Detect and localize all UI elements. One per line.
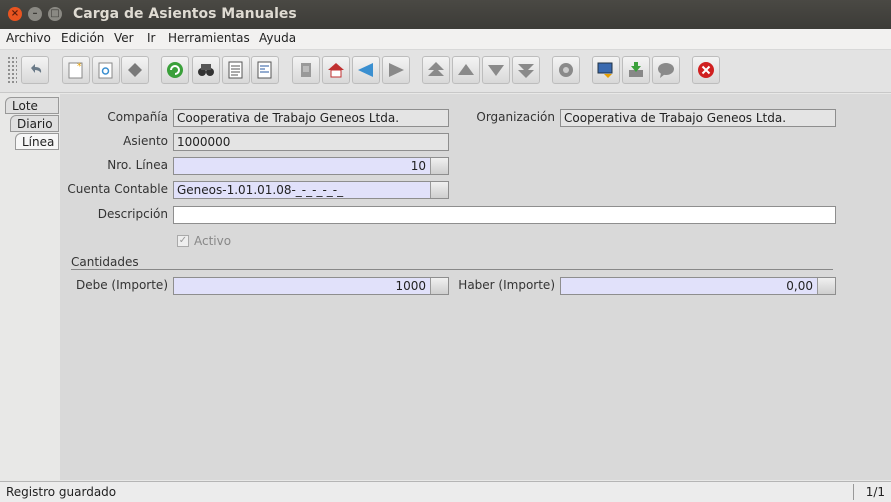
org-field[interactable]: Cooperativa de Trabajo Geneos Ltda. (560, 109, 836, 127)
window-maximize-button[interactable]: □ (48, 7, 62, 21)
copy-record-icon[interactable] (92, 56, 120, 84)
account-field[interactable]: Geneos-1.01.01.08-_-_-_-_-_ (173, 181, 449, 199)
save-icon[interactable] (622, 56, 650, 84)
menu-ver[interactable]: Ver (114, 31, 134, 45)
tab-lote[interactable]: Lote (5, 97, 59, 114)
line-number-field[interactable]: 10 (173, 157, 449, 175)
active-label: Activo (194, 234, 232, 248)
line-number-value: 10 (410, 159, 426, 173)
debit-field[interactable]: 1000 (173, 277, 449, 295)
window-minimize-button[interactable]: – (28, 7, 42, 21)
status-message: Registro guardado (6, 485, 117, 499)
status-separator (853, 484, 854, 500)
asiento-field[interactable]: 1000000 (173, 133, 449, 151)
org-label: Organización (476, 110, 555, 124)
menu-edicion[interactable]: Edición (61, 31, 104, 45)
debit-label: Debe (Importe) (75, 278, 168, 292)
next-record-icon[interactable] (482, 56, 510, 84)
toolbar: * (0, 50, 891, 93)
refresh-icon[interactable] (161, 56, 189, 84)
chat-icon[interactable] (652, 56, 680, 84)
home-icon[interactable] (322, 56, 350, 84)
quantities-section-title: Cantidades (71, 255, 139, 269)
account-label: Cuenta Contable (67, 182, 168, 196)
toolbar-grip[interactable] (7, 56, 17, 84)
first-record-icon[interactable] (422, 56, 450, 84)
menu-archivo[interactable]: Archivo (6, 31, 51, 45)
section-divider (71, 269, 833, 270)
company-label: Compañía (107, 110, 168, 124)
forward-icon[interactable] (382, 56, 410, 84)
window-close-button[interactable]: × (8, 7, 22, 21)
exit-icon[interactable] (692, 56, 720, 84)
menu-herramientas[interactable]: Herramientas (168, 31, 250, 45)
asiento-label: Asiento (123, 134, 168, 148)
back-icon[interactable] (352, 56, 380, 84)
status-bar: Registro guardado 1/1 (0, 481, 891, 502)
company-field[interactable]: Cooperativa de Trabajo Geneos Ltda. (173, 109, 449, 127)
debit-value: 1000 (395, 279, 426, 293)
description-label: Descripción (97, 207, 168, 221)
calculator-icon[interactable] (430, 158, 448, 174)
record-counter[interactable]: 1/1 (866, 485, 885, 499)
last-record-icon[interactable] (512, 56, 540, 84)
menu-bar: Archivo Edición Ver Ir Herramientas Ayud… (0, 29, 891, 50)
menu-ayuda[interactable]: Ayuda (259, 31, 296, 45)
form-icon[interactable] (251, 56, 279, 84)
tab-diario[interactable]: Diario (10, 115, 59, 132)
title-bar: × – □ Carga de Asientos Manuales (0, 0, 891, 29)
tab-linea[interactable]: Línea (15, 133, 59, 150)
process-icon[interactable] (592, 56, 620, 84)
workflow-icon[interactable] (552, 56, 580, 84)
find-icon[interactable] (192, 56, 220, 84)
account-value: Geneos-1.01.01.08-_-_-_-_-_ (177, 183, 344, 197)
form-panel: Compañía Cooperativa de Trabajo Geneos L… (60, 94, 891, 480)
delete-icon[interactable] (121, 56, 149, 84)
report-icon[interactable] (222, 56, 250, 84)
menu-ir[interactable]: Ir (147, 31, 155, 45)
description-field[interactable] (173, 206, 836, 224)
active-checkbox[interactable]: ✓ (177, 235, 189, 247)
credit-field[interactable]: 0,00 (560, 277, 836, 295)
previous-record-icon[interactable] (452, 56, 480, 84)
record-tabs: Lote Diario Línea (0, 95, 61, 480)
line-number-label: Nro. Línea (107, 158, 168, 172)
svg-text:*: * (77, 62, 82, 72)
new-record-icon[interactable]: * (62, 56, 90, 84)
credit-label: Haber (Importe) (458, 278, 555, 292)
calculator-icon[interactable] (430, 278, 448, 294)
window-title: Carga de Asientos Manuales (73, 6, 297, 22)
undo-icon[interactable] (21, 56, 49, 84)
account-lookup-icon[interactable] (430, 182, 448, 198)
calculator-icon[interactable] (817, 278, 835, 294)
credit-value: 0,00 (786, 279, 813, 293)
attachment-icon[interactable] (292, 56, 320, 84)
